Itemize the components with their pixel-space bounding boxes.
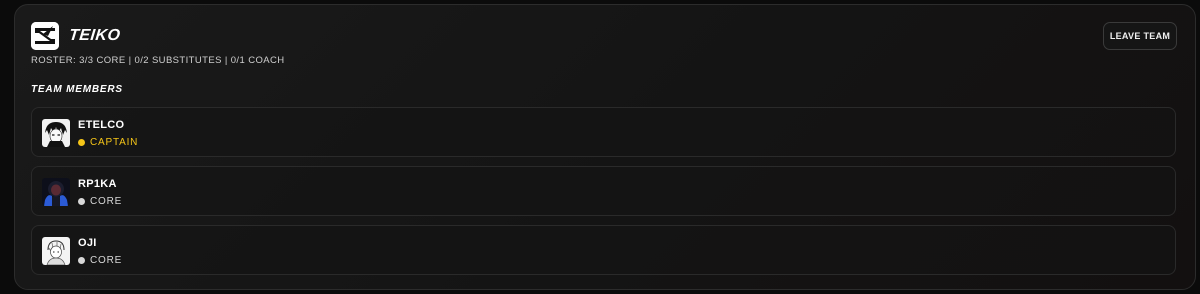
member-row-etelco[interactable]: ETELCO CAPTAIN [31,107,1176,157]
role-label: CORE [90,255,123,266]
team-logo-icon [31,22,59,50]
roster-summary: ROSTER: 3/3 CORE | 0/2 SUBSTITUTES | 0/1… [31,55,285,66]
member-name: OJI [78,237,97,249]
member-role: CORE [78,255,122,266]
member-role: CORE [78,196,122,207]
member-row-rp1ka[interactable]: RP1KA CORE [31,166,1176,216]
leave-team-button[interactable]: LEAVE TEAM [1103,22,1177,50]
team-name: TEIKO [68,27,122,44]
member-name: ETELCO [78,119,125,131]
avatar-sketch-portrait-icon [42,237,70,265]
team-card: TEIKO ROSTER: 3/3 CORE | 0/2 SUBSTITUTES… [14,4,1196,290]
role-label: CORE [90,196,123,207]
role-dot-icon [78,257,85,264]
team-members-heading: TEAM MEMBERS [31,84,123,95]
avatar-manga-portrait-icon [42,119,70,147]
role-dot-icon [78,198,85,205]
member-role: CAPTAIN [78,137,138,148]
member-row-oji[interactable]: OJI CORE [31,225,1176,275]
member-name: RP1KA [78,178,117,190]
avatar-dark-blue-portrait-icon [42,178,70,206]
role-dot-icon [78,139,85,146]
role-label: CAPTAIN [90,137,139,148]
